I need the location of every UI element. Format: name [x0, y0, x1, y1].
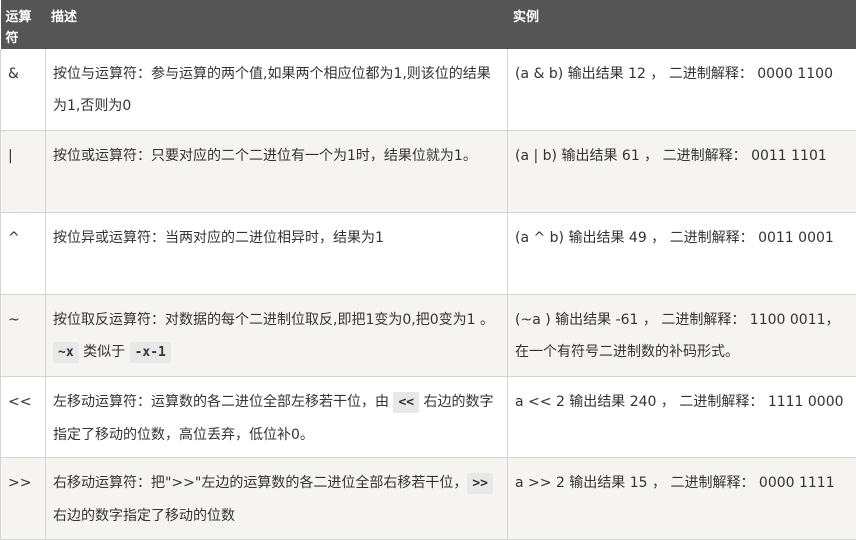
bitwise-operators-table: 运算符 描述 实例 & 按位与运算符：参与运算的两个值,如果两个相应位都为1,则… [0, 0, 856, 540]
description-cell: 左移动运算符：运算数的各二进位全部左移若干位，由 << 右边的数字指定了移动的位… [45, 376, 508, 459]
header-description: 描述 [45, 0, 508, 49]
operator-cell: & [0, 49, 46, 132]
table-row: << 左移动运算符：运算数的各二进位全部左移若干位，由 << 右边的数字指定了移… [0, 376, 856, 459]
table-row: | 按位或运算符：只要对应的二个二进位有一个为1时，结果位就为1。 (a | b… [0, 130, 856, 213]
operator-cell: ^ [0, 212, 46, 295]
description-text: 左移动运算符：运算数的各二进位全部左移若干位，由 [53, 393, 394, 410]
example-cell: (a ^ b) 输出结果 49 ， 二进制解释： 0011 0001 [507, 212, 856, 295]
example-cell: a >> 2 输出结果 15 ， 二进制解释： 0000 1111 [507, 457, 856, 540]
description-cell: 按位取反运算符：对数据的每个二进制位取反,即把1变为0,把0变为1 。 ~x 类似… [45, 294, 508, 377]
description-cell: 按位异或运算符：当两对应的二进位相异时，结果为1 [45, 212, 508, 295]
operator-cell: >> [0, 457, 46, 540]
table-row: >> 右移动运算符：把">>"左边的运算数的各二进位全部右移若干位， >> 右边的… [0, 457, 856, 540]
inline-code: << [393, 391, 420, 413]
inline-code: -x-1 [129, 341, 171, 363]
description-text: 右移动运算符：把">>"左边的运算数的各二进位全部右移若干位， [53, 475, 468, 492]
example-cell: (a | b) 输出结果 61 ， 二进制解释： 0011 1101 [507, 130, 856, 213]
inline-code: >> [467, 473, 493, 495]
table-row: ^ 按位异或运算符：当两对应的二进位相异时，结果为1 (a ^ b) 输出结果 … [0, 212, 856, 295]
table-header-row: 运算符 描述 实例 [0, 0, 856, 49]
example-cell: (~a ) 输出结果 -61 ， 二进制解释： 1100 0011，在一个有符号… [507, 294, 856, 377]
description-cell: 按位或运算符：只要对应的二个二进位有一个为1时，结果位就为1。 [45, 130, 508, 213]
example-cell: (a & b) 输出结果 12 ， 二进制解释： 0000 1100 [507, 49, 856, 132]
inline-code: ~x [53, 341, 79, 363]
operator-cell: | [0, 130, 46, 213]
table-row: & 按位与运算符：参与运算的两个值,如果两个相应位都为1,则该位的结果为1,否则… [0, 49, 856, 132]
description-text: 按位取反运算符：对数据的每个二进制位取反,即把1变为0,把0变为1 。 [53, 311, 494, 328]
table-row: ~ 按位取反运算符：对数据的每个二进制位取反,即把1变为0,把0变为1 。 ~x … [0, 294, 856, 377]
operator-cell: << [0, 376, 46, 459]
description-text: 类似于 [78, 343, 130, 360]
header-example: 实例 [507, 0, 856, 49]
description-text: 右边的数字指定了移动的位数 [53, 508, 235, 525]
header-operator: 运算符 [0, 0, 46, 49]
description-cell: 右移动运算符：把">>"左边的运算数的各二进位全部右移若干位， >> 右边的数字指… [45, 457, 508, 540]
operator-cell: ~ [0, 294, 46, 377]
description-cell: 按位与运算符：参与运算的两个值,如果两个相应位都为1,则该位的结果为1,否则为0 [45, 49, 508, 132]
example-cell: a << 2 输出结果 240 ， 二进制解释： 1111 0000 [507, 376, 856, 459]
